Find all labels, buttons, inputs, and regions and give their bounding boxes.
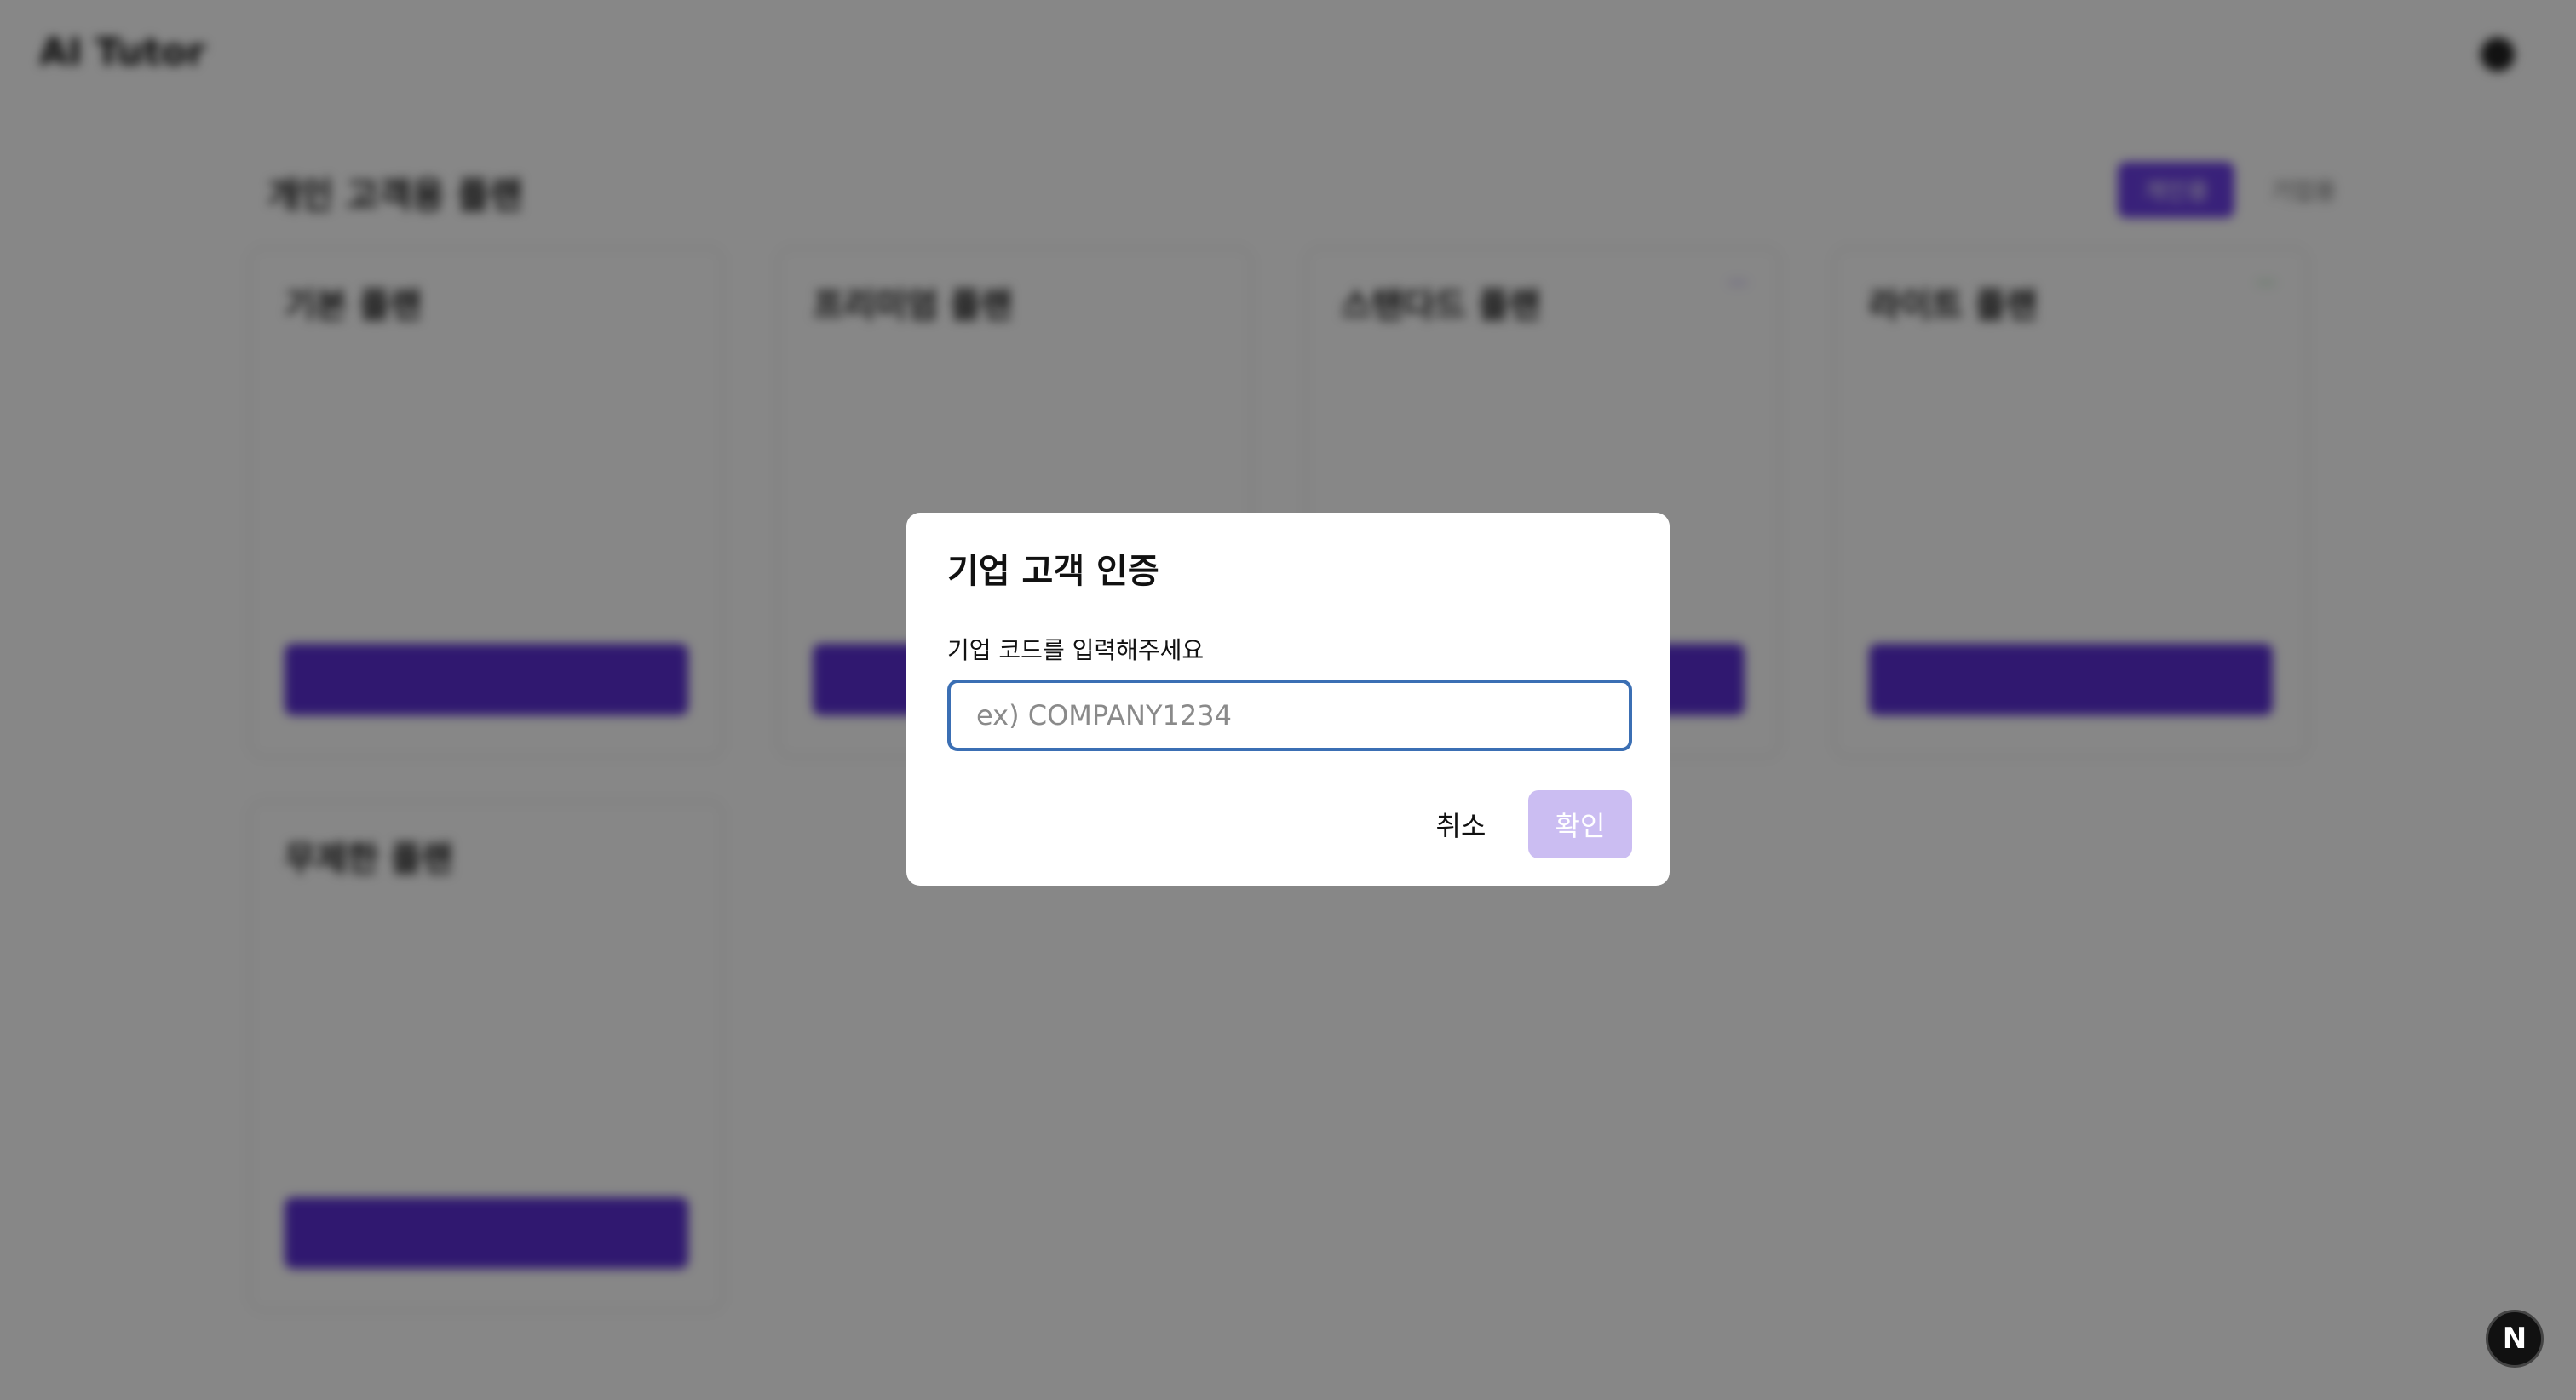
cancel-button[interactable]: 취소 [1411, 790, 1511, 858]
nextjs-dev-indicator-icon[interactable]: N [2486, 1310, 2544, 1368]
confirm-button[interactable]: 확인 [1528, 790, 1632, 858]
company-code-label: 기업 코드를 입력해주세요 [947, 636, 1205, 664]
company-code-input[interactable] [947, 680, 1632, 751]
dialog-title: 기업 고객 인증 [947, 552, 1159, 591]
business-auth-dialog: 기업 고객 인증 기업 코드를 입력해주세요 취소 확인 [906, 513, 1670, 886]
